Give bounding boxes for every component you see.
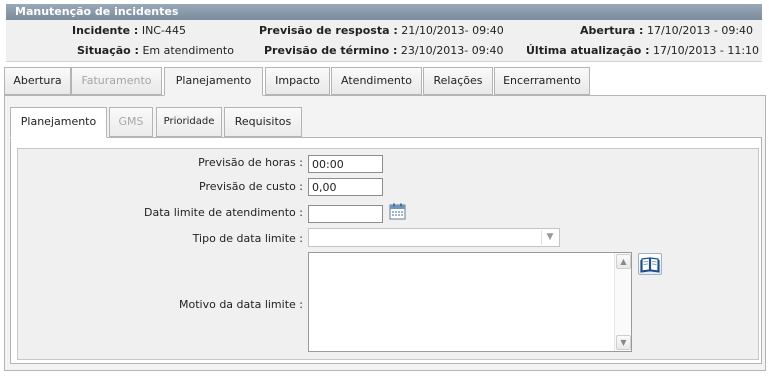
calendar-icon[interactable] [389,203,406,220]
previsao-horas-label: Previsão de horas : [198,156,303,169]
incident-summary: Incidente : INC-445 Previsão de resposta… [6,20,762,62]
situacao-label: Situação : [77,44,139,57]
incidente-label: Incidente : [72,24,139,37]
situacao-value: Em atendimento [142,44,234,57]
subtab-requisitos[interactable]: Requisitos [224,107,302,137]
previsao-resposta-value: 21/10/2013- 09:40 [401,24,504,37]
abertura-value: 17/10/2013 - 09:40 [646,24,754,37]
data-limite-input[interactable] [308,205,383,223]
textarea-scrollbar[interactable]: ▲ ▼ [614,253,631,351]
previsao-horas-input[interactable] [308,155,383,173]
scroll-down-icon[interactable]: ▼ [616,335,631,350]
tab-impacto[interactable]: Impacto [265,67,330,95]
subtab-prioridade[interactable]: Prioridade [156,107,222,137]
chevron-down-icon[interactable]: ▼ [541,230,558,245]
ultima-atualizacao-label: Última atualização : [526,44,650,57]
book-icon[interactable] [638,253,662,275]
abertura-label: Abertura : [580,24,644,37]
data-limite-label: Data limite de atendimento : [143,206,303,219]
previsao-resposta-label: Previsão de resposta : [259,24,398,37]
previsao-termino-label: Previsão de término : [264,44,398,57]
previsao-custo-input[interactable] [308,178,383,196]
tab-abertura[interactable]: Abertura [4,67,71,95]
scroll-up-icon[interactable]: ▲ [616,254,631,269]
subtab-gms: GMS [109,107,153,137]
motivo-data-limite-label: Motivo da data limite : [179,298,303,311]
tipo-data-limite-label: Tipo de data limite : [192,232,303,245]
previsao-custo-label: Previsão de custo : [199,180,303,193]
tab-atendimento[interactable]: Atendimento [331,67,422,95]
tab-faturamento: Faturamento [71,67,162,95]
tab-planejamento[interactable]: Planejamento [164,67,263,96]
motivo-data-limite-textarea[interactable]: ▲ ▼ [308,252,632,352]
ultima-atualizacao-value: 17/10/2013 - 11:10 [652,44,760,57]
previsao-termino-value: 23/10/2013- 09:40 [400,44,504,57]
tab-encerramento[interactable]: Encerramento [494,67,590,95]
tipo-data-limite-select[interactable]: ▼ [308,228,560,247]
subtab-planejamento[interactable]: Planejamento [10,107,107,138]
window-title: Manutenção de incidentes [6,4,762,20]
tab-relacoes[interactable]: Relações [423,67,493,95]
incidente-value: INC-445 [141,24,186,37]
